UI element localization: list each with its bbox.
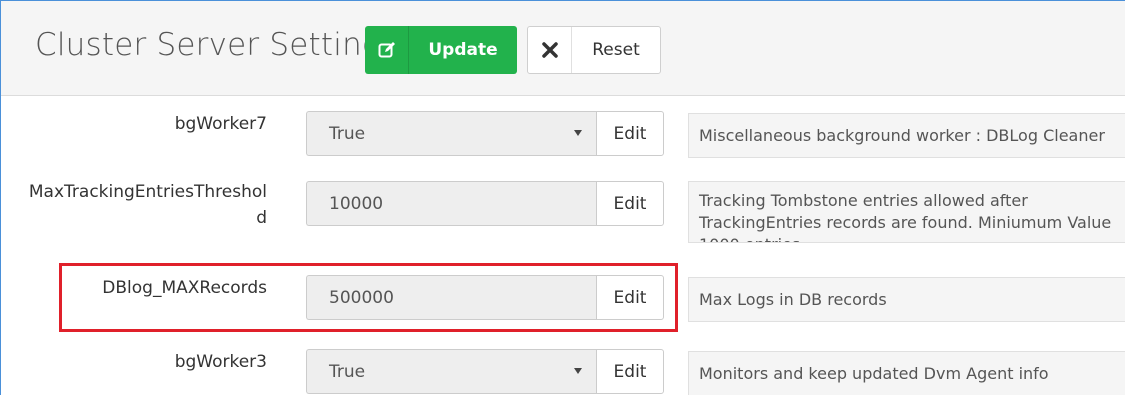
setting-label: MaxTrackingEntriesThreshold <box>28 182 267 228</box>
edit-button[interactable]: Edit <box>596 111 664 156</box>
setting-description: Monitors and keep updated Dvm Agent info <box>688 351 1125 395</box>
highlight-box <box>59 263 678 332</box>
setting-select[interactable]: True <box>306 111 596 156</box>
close-icon <box>528 27 572 73</box>
setting-input[interactable]: 10000 <box>306 181 596 226</box>
update-button[interactable]: Update <box>365 26 517 74</box>
setting-value: 10000 <box>329 193 384 214</box>
update-button-label: Update <box>428 40 498 60</box>
edit-button[interactable]: Edit <box>596 349 664 394</box>
reset-button-label: Reset <box>592 40 640 60</box>
setting-description: Tracking Tombstone entries allowed after… <box>688 181 1125 243</box>
panel-header: Cluster Server Settings Update Reset <box>1 1 1125 96</box>
setting-value: True <box>329 361 366 382</box>
setting-label: bgWorker7 <box>174 114 267 134</box>
edit-icon <box>365 26 409 74</box>
reset-button[interactable]: Reset <box>527 26 661 74</box>
caret-down-icon <box>574 130 582 136</box>
setting-select[interactable]: True <box>306 349 596 394</box>
settings-panel: Cluster Server Settings Update Reset bgW… <box>0 0 1125 395</box>
page-title: Cluster Server Settings <box>35 27 398 63</box>
setting-description: Miscellaneous background worker : DBLog … <box>688 113 1125 158</box>
setting-value: True <box>329 123 366 144</box>
setting-description: Max Logs in DB records <box>688 277 1125 322</box>
edit-button[interactable]: Edit <box>596 181 664 226</box>
caret-down-icon <box>574 368 582 374</box>
setting-label: bgWorker3 <box>174 352 267 372</box>
